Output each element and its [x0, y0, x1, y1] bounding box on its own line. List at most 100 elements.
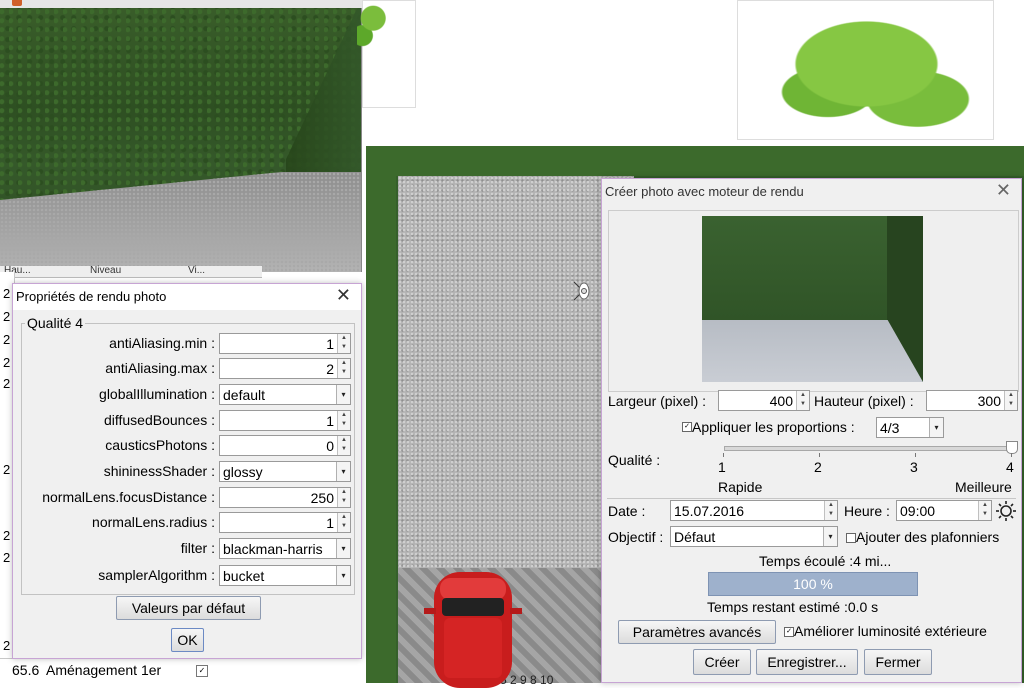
table-cell[interactable]: 2 — [3, 332, 10, 347]
spinner-arrows-icon[interactable]: ▲ ▼ — [337, 436, 350, 455]
property-label: filter : — [180, 540, 215, 556]
property-label: causticsPhotons : — [105, 437, 215, 453]
property-label: normalLens.radius : — [92, 514, 215, 530]
width-spinner[interactable]: 400 ▲ ▼ — [718, 390, 810, 411]
save-button[interactable]: Enregistrer... — [756, 649, 858, 675]
property-spinner[interactable]: 0 ▲ ▼ — [219, 435, 351, 456]
spinner-arrows-icon[interactable]: ▲ ▼ — [1004, 391, 1017, 410]
property-select[interactable]: blackman-harris ▾ — [219, 538, 351, 559]
property-select[interactable]: default ▾ — [219, 384, 351, 405]
remaining-time: Temps restant estimé :0.0 s — [707, 599, 879, 615]
table-row[interactable]: 65.6 Aménagement 1er ✓ — [0, 658, 262, 683]
property-select[interactable]: glossy ▾ — [219, 461, 351, 482]
table-cell[interactable]: 2 — [3, 638, 10, 653]
quality-tick-1: 1 — [718, 459, 726, 475]
exterior-light-checkbox[interactable]: ✓ — [784, 627, 794, 637]
table-cell[interactable]: 2 — [3, 550, 10, 565]
date-spinner[interactable]: 15.07.2016 ▲ ▼ — [670, 500, 838, 521]
apply-proportions-checkbox[interactable]: ✓ — [682, 422, 692, 432]
default-values-button[interactable]: Valeurs par défaut — [116, 596, 261, 620]
property-label: shininessShader : — [103, 463, 215, 479]
ok-button[interactable]: OK — [171, 628, 204, 652]
table-cell[interactable]: 2 — [3, 286, 10, 301]
spinner-arrows-icon[interactable]: ▲ ▼ — [978, 501, 991, 520]
property-spinner[interactable]: 1 ▲ ▼ — [219, 512, 351, 533]
col-header-level[interactable]: Niveau — [90, 265, 121, 276]
width-label: Largeur (pixel) : — [608, 393, 707, 409]
quality-low-label: Rapide — [718, 479, 763, 495]
table-cell[interactable]: 2 — [3, 355, 10, 370]
slider-tick — [915, 453, 916, 457]
close-icon[interactable]: ✕ — [996, 180, 1011, 201]
render-properties-dialog: Propriétés de rendu photo ✕ Qualité 4 an… — [12, 283, 362, 659]
exterior-light-label: Améliorer luminosité extérieure — [794, 623, 987, 639]
camera-icon[interactable] — [572, 280, 594, 302]
chevron-down-icon[interactable]: ▾ — [823, 527, 837, 546]
sun-icon[interactable] — [995, 500, 1017, 522]
lens-label: Objectif : — [608, 529, 664, 545]
table-cell[interactable]: 2 — [3, 309, 10, 324]
create-photo-dialog: Créer photo avec moteur de rendu ✕ Large… — [601, 178, 1022, 683]
table-cell[interactable]: 2 — [3, 376, 10, 391]
lens-select[interactable]: Défaut ▾ — [670, 526, 838, 547]
props-titlebar: Propriétés de rendu photo ✕ — [13, 284, 361, 310]
3d-view-titlebar — [0, 0, 362, 8]
height-label: Hauteur (pixel) : — [814, 393, 914, 409]
chevron-down-icon[interactable]: ▾ — [336, 566, 350, 585]
slider-tick — [819, 453, 820, 457]
3d-gravel-floor — [0, 172, 361, 272]
render-titlebar: Créer photo avec moteur de rendu ✕ — [602, 179, 1021, 205]
slider-tick — [723, 453, 724, 457]
spinner-arrows-icon[interactable]: ▲ ▼ — [796, 391, 809, 410]
property-label: normalLens.focusDistance : — [42, 489, 215, 505]
spinner-arrows-icon[interactable]: ▲ ▼ — [337, 334, 350, 353]
ceiling-lights-label: Ajouter des plafonniers — [856, 529, 1000, 545]
property-spinner[interactable]: 250 ▲ ▼ — [219, 487, 351, 508]
spinner-arrows-icon[interactable]: ▲ ▼ — [337, 513, 350, 532]
props-title: Propriétés de rendu photo — [16, 289, 167, 304]
advanced-settings-button[interactable]: Paramètres avancés — [618, 620, 776, 644]
height-spinner[interactable]: 300 ▲ ▼ — [926, 390, 1018, 411]
tree-thumbnail-left[interactable] — [357, 0, 416, 108]
property-spinner[interactable]: 1 ▲ ▼ — [219, 333, 351, 354]
property-select[interactable]: bucket ▾ — [219, 565, 351, 586]
slider-tick — [1011, 453, 1012, 457]
create-button[interactable]: Créer — [693, 649, 751, 675]
table-cell[interactable]: 2 — [3, 528, 10, 543]
plan-gravel-area — [398, 176, 634, 568]
close-icon[interactable]: ✕ — [336, 285, 351, 306]
3d-view-hedge[interactable] — [0, 0, 362, 272]
ceiling-lights-checkbox[interactable] — [846, 533, 856, 543]
spinner-arrows-icon[interactable]: ▲ ▼ — [337, 359, 350, 378]
quality-tick-2: 2 — [814, 459, 822, 475]
table-cell[interactable]: 2 — [3, 462, 10, 477]
property-label: samplerAlgorithm : — [98, 567, 215, 583]
row-level: Aménagement 1er — [46, 662, 162, 678]
quality-high-label: Meilleure — [955, 479, 1012, 495]
time-label: Heure : — [844, 503, 890, 519]
quality-slider-thumb[interactable] — [1006, 441, 1018, 454]
spinner-arrows-icon[interactable]: ▲ ▼ — [337, 411, 350, 430]
chevron-down-icon[interactable]: ▾ — [336, 539, 350, 558]
chevron-down-icon[interactable]: ▾ — [929, 418, 943, 437]
tree-thumbnail-right[interactable] — [737, 0, 995, 141]
property-spinner[interactable]: 1 ▲ ▼ — [219, 410, 351, 431]
spinner-arrows-icon[interactable]: ▲ ▼ — [337, 488, 350, 507]
property-label: globalIllumination : — [99, 386, 215, 402]
quality-slider-track[interactable] — [724, 446, 1014, 451]
chevron-down-icon[interactable]: ▾ — [336, 385, 350, 404]
spinner-arrows-icon[interactable]: ▲ ▼ — [824, 501, 837, 520]
date-label: Date : — [608, 503, 646, 519]
property-spinner[interactable]: 2 ▲ ▼ — [219, 358, 351, 379]
property-label: diffusedBounces : — [103, 412, 215, 428]
chevron-down-icon[interactable]: ▾ — [336, 462, 350, 481]
car-icon[interactable] — [416, 568, 530, 688]
close-button[interactable]: Fermer — [864, 649, 932, 675]
quality-group-title: Qualité 4 — [25, 315, 86, 331]
quality-tick-3: 3 — [910, 459, 918, 475]
time-spinner[interactable]: 09:00 ▲ ▼ — [896, 500, 992, 521]
render-preview-image — [702, 216, 923, 382]
col-header-visible[interactable]: Vi... — [188, 265, 205, 276]
ratio-select[interactable]: 4/3 ▾ — [876, 417, 944, 438]
row-visible-checkbox[interactable]: ✓ — [196, 665, 208, 677]
